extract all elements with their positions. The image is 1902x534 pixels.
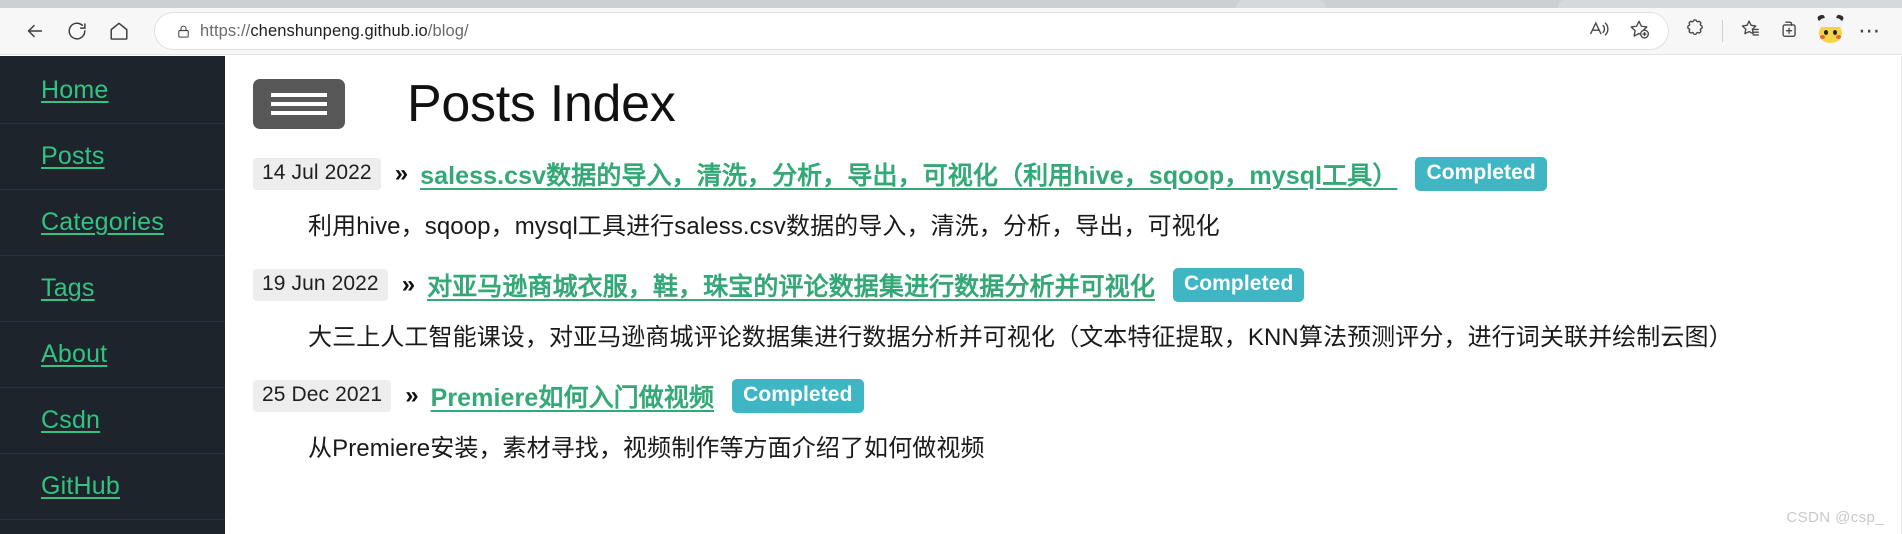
url-text[interactable]: https://chenshunpeng.github.io/blog/ bbox=[196, 22, 469, 41]
home-icon bbox=[108, 20, 130, 42]
back-button[interactable] bbox=[14, 12, 56, 50]
status-badge: Completed bbox=[1415, 157, 1547, 191]
post-title-link[interactable]: Premiere如何入门做视频 bbox=[431, 378, 715, 414]
sidebar-item-label[interactable]: Home bbox=[41, 76, 109, 105]
post-title-link[interactable]: saless.csv数据的导入，清洗，分析，导出，可视化（利用hive，sqoo… bbox=[420, 156, 1397, 192]
reload-button[interactable] bbox=[56, 12, 98, 50]
sidebar-item-label[interactable]: GitHub bbox=[41, 472, 120, 501]
browser-toolbar: https://chenshunpeng.github.io/blog/ ⋯ bbox=[0, 8, 1902, 55]
watermark: CSDN @csp_ bbox=[1786, 509, 1884, 526]
address-bar[interactable]: https://chenshunpeng.github.io/blog/ bbox=[154, 12, 1669, 50]
post-description: 从Premiere安装，素材寻找，视频制作等方面介绍了如何做视频 bbox=[308, 435, 985, 462]
sidebar-item-posts[interactable]: Posts bbox=[0, 124, 225, 190]
sidebar-item-label[interactable]: Tags bbox=[41, 274, 95, 303]
sidebar-item-categories[interactable]: Categories bbox=[0, 190, 225, 256]
reload-icon bbox=[66, 20, 88, 42]
post-title-link[interactable]: 对亚马逊商城衣服，鞋，珠宝的评论数据集进行数据分析并可视化 bbox=[427, 267, 1155, 303]
settings-more-button[interactable]: ⋯ bbox=[1850, 12, 1890, 50]
sidebar-item-about[interactable]: About bbox=[0, 322, 225, 388]
favorites-star-list-icon bbox=[1739, 18, 1761, 45]
posts-list: 14 Jul 2022 » saless.csv数据的导入，清洗，分析，导出，可… bbox=[225, 156, 1902, 463]
url-host: chenshunpeng.github.io bbox=[250, 21, 428, 40]
sidebar-item-tags[interactable]: Tags bbox=[0, 256, 225, 322]
page-header: Posts Index bbox=[225, 74, 1902, 134]
post-row: 14 Jul 2022 » saless.csv数据的导入，清洗，分析，导出，可… bbox=[253, 156, 1902, 192]
post-row: 25 Dec 2021 » Premiere如何入门做视频 Completed bbox=[253, 378, 1902, 414]
main-content: Posts Index 14 Jul 2022 » saless.csv数据的导… bbox=[225, 56, 1902, 534]
pikachu-avatar-icon bbox=[1816, 14, 1844, 45]
sidebar-item-label[interactable]: Csdn bbox=[41, 406, 100, 435]
tab-strip bbox=[0, 0, 1902, 8]
favorites-button[interactable] bbox=[1730, 12, 1770, 50]
tab-stub-2[interactable] bbox=[1558, 0, 1902, 8]
read-aloud-button[interactable] bbox=[1579, 12, 1619, 50]
hamburger-menu-icon bbox=[271, 102, 327, 106]
browser-window: https://chenshunpeng.github.io/blog/ ⋯ H… bbox=[0, 0, 1902, 534]
url-scheme: https:// bbox=[200, 21, 251, 40]
sidebar-item-label[interactable]: Posts bbox=[41, 142, 105, 171]
profile-button[interactable] bbox=[1810, 12, 1850, 50]
add-favorite-button[interactable] bbox=[1619, 12, 1659, 50]
status-badge: Completed bbox=[1172, 268, 1305, 302]
toolbar-separator bbox=[1722, 20, 1723, 42]
post-date: 19 Jun 2022 bbox=[253, 269, 388, 301]
hamburger-menu-icon bbox=[271, 111, 327, 115]
hamburger-menu-button[interactable] bbox=[253, 79, 345, 129]
collections-icon bbox=[1779, 18, 1801, 45]
collections-button[interactable] bbox=[1770, 12, 1810, 50]
post-date: 25 Dec 2021 bbox=[253, 380, 392, 412]
add-favorite-star-icon bbox=[1628, 18, 1650, 45]
post-description: 大三上人工智能课设，对亚马逊商城评论数据集进行数据分析并可视化（文本特征提取，K… bbox=[308, 324, 1733, 351]
page-viewport: Home Posts Categories Tags About Csdn Gi… bbox=[0, 56, 1902, 534]
site-sidebar: Home Posts Categories Tags About Csdn Gi… bbox=[0, 56, 225, 534]
chevron-double-right-icon: » bbox=[394, 160, 409, 187]
sidebar-item-home[interactable]: Home bbox=[0, 58, 225, 124]
page-title: Posts Index bbox=[407, 75, 676, 133]
read-aloud-icon bbox=[1588, 18, 1610, 45]
chevron-double-right-icon: » bbox=[405, 382, 419, 409]
sidebar-item-label[interactable]: About bbox=[41, 340, 107, 369]
post-row: 19 Jun 2022 » 对亚马逊商城衣服，鞋，珠宝的评论数据集进行数据分析并… bbox=[253, 267, 1902, 303]
post-description: 利用hive，sqoop，mysql工具进行saless.csv数据的导入，清洗… bbox=[308, 213, 1220, 240]
tab-stub-1[interactable] bbox=[1236, 0, 1326, 8]
omnibox-actions bbox=[1579, 12, 1659, 50]
chevron-double-right-icon: » bbox=[401, 271, 416, 298]
extensions-button[interactable] bbox=[1675, 12, 1715, 50]
post-date: 14 Jul 2022 bbox=[253, 158, 381, 190]
extensions-puzzle-icon bbox=[1684, 18, 1706, 45]
back-arrow-icon bbox=[24, 20, 46, 42]
lock-icon[interactable] bbox=[170, 23, 196, 40]
hamburger-menu-icon bbox=[271, 93, 327, 97]
more-dots-icon: ⋯ bbox=[1858, 18, 1882, 43]
url-path: /blog/ bbox=[427, 21, 469, 40]
sidebar-item-csdn[interactable]: Csdn bbox=[0, 388, 225, 454]
home-button[interactable] bbox=[98, 12, 140, 50]
status-badge: Completed bbox=[732, 379, 864, 413]
sidebar-item-github[interactable]: GitHub bbox=[0, 454, 225, 520]
sidebar-item-label[interactable]: Categories bbox=[41, 208, 164, 237]
